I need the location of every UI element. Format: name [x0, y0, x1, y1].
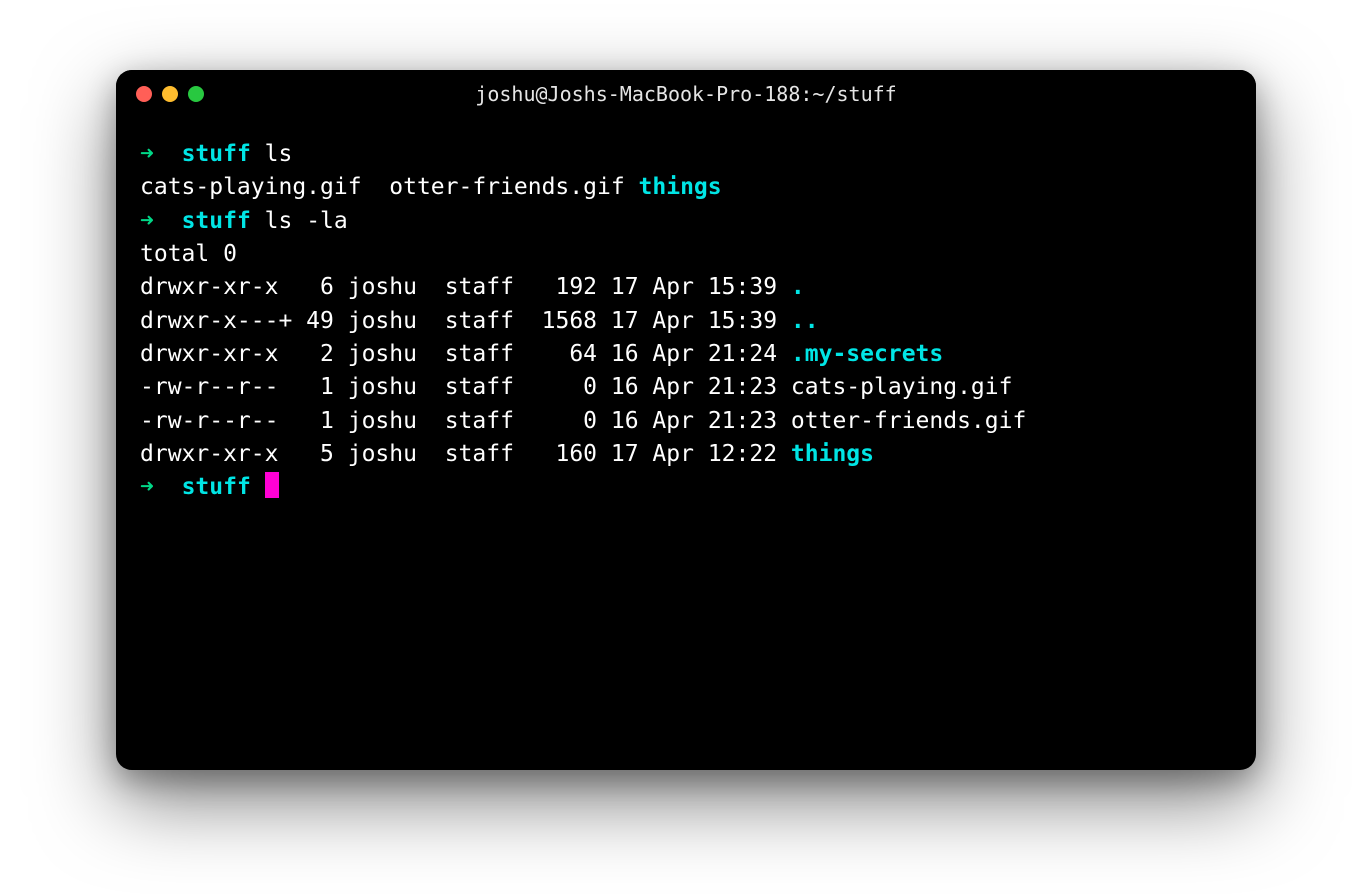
owner: joshu	[348, 341, 417, 367]
date: 16 Apr 21:24	[611, 341, 777, 367]
prompt-line-3: ➜ stuff	[140, 471, 1232, 504]
owner: joshu	[348, 274, 417, 300]
filename: cats-playing.gif	[791, 374, 1013, 400]
prompt-arrow-icon: ➜	[140, 141, 154, 167]
lsla-row: drwxr-xr-x 5 joshu staff 160 17 Apr 12:2…	[140, 438, 1232, 471]
filename: ..	[791, 308, 819, 334]
owner: joshu	[348, 408, 417, 434]
close-button[interactable]	[136, 86, 152, 102]
ls-dir-1: things	[639, 174, 722, 200]
size: 0	[542, 408, 597, 434]
owner: joshu	[348, 374, 417, 400]
perms: drwxr-xr-x	[140, 341, 306, 367]
lsla-row: drwxr-x---+ 49 joshu staff 1568 17 Apr 1…	[140, 305, 1232, 338]
prompt-arrow-icon: ➜	[140, 474, 154, 500]
perms: -rw-r--r--	[140, 374, 306, 400]
perms: drwxr-xr-x	[140, 441, 306, 467]
owner: joshu	[348, 308, 417, 334]
lsla-total-line: total 0	[140, 238, 1232, 271]
date: 17 Apr 15:39	[611, 308, 777, 334]
terminal-body[interactable]: ➜ stuff lscats-playing.gif otter-friends…	[116, 118, 1256, 770]
window-title: joshu@Joshs-MacBook-Pro-188:~/stuff	[475, 82, 896, 106]
date: 17 Apr 15:39	[611, 274, 777, 300]
command-ls: ls	[265, 141, 293, 167]
date: 16 Apr 21:23	[611, 374, 777, 400]
date: 17 Apr 12:22	[611, 441, 777, 467]
ls-file-2: otter-friends.gif	[389, 174, 624, 200]
filename: otter-friends.gif	[791, 408, 1026, 434]
prompt-cwd: stuff	[182, 208, 251, 234]
prompt-arrow-icon: ➜	[140, 208, 154, 234]
size: 1568	[542, 308, 597, 334]
group: staff	[445, 308, 514, 334]
lsla-row: drwxr-xr-x 6 joshu staff 192 17 Apr 15:3…	[140, 271, 1232, 304]
minimize-button[interactable]	[162, 86, 178, 102]
date: 16 Apr 21:23	[611, 408, 777, 434]
cursor	[265, 472, 279, 498]
group: staff	[445, 374, 514, 400]
prompt-cwd: stuff	[182, 141, 251, 167]
filename: .	[791, 274, 805, 300]
filename: .my-secrets	[791, 341, 943, 367]
maximize-button[interactable]	[188, 86, 204, 102]
prompt-cwd: stuff	[182, 474, 251, 500]
group: staff	[445, 341, 514, 367]
filename: things	[791, 441, 874, 467]
links: 2	[306, 341, 334, 367]
links: 1	[306, 374, 334, 400]
links: 1	[306, 408, 334, 434]
ls-output-line: cats-playing.gif otter-friends.gif thing…	[140, 171, 1232, 204]
group: staff	[445, 274, 514, 300]
group: staff	[445, 441, 514, 467]
perms: drwxr-xr-x	[140, 274, 306, 300]
group: staff	[445, 408, 514, 434]
size: 0	[542, 374, 597, 400]
traffic-lights	[136, 86, 204, 102]
perms: -rw-r--r--	[140, 408, 306, 434]
owner: joshu	[348, 441, 417, 467]
ls-file-1: cats-playing.gif	[140, 174, 362, 200]
command-lsla: ls -la	[265, 208, 348, 234]
links: 6	[306, 274, 334, 300]
perms: drwxr-x---+	[140, 308, 306, 334]
prompt-line-2: ➜ stuff ls -la	[140, 205, 1232, 238]
lsla-row: -rw-r--r-- 1 joshu staff 0 16 Apr 21:23 …	[140, 405, 1232, 438]
lsla-row: drwxr-xr-x 2 joshu staff 64 16 Apr 21:24…	[140, 338, 1232, 371]
prompt-line-1: ➜ stuff ls	[140, 138, 1232, 171]
terminal-window: joshu@Joshs-MacBook-Pro-188:~/stuff ➜ st…	[116, 70, 1256, 770]
titlebar: joshu@Joshs-MacBook-Pro-188:~/stuff	[116, 70, 1256, 118]
size: 192	[542, 274, 597, 300]
lsla-row: -rw-r--r-- 1 joshu staff 0 16 Apr 21:23 …	[140, 371, 1232, 404]
links: 5	[306, 441, 334, 467]
links: 49	[306, 308, 334, 334]
size: 64	[542, 341, 597, 367]
size: 160	[542, 441, 597, 467]
